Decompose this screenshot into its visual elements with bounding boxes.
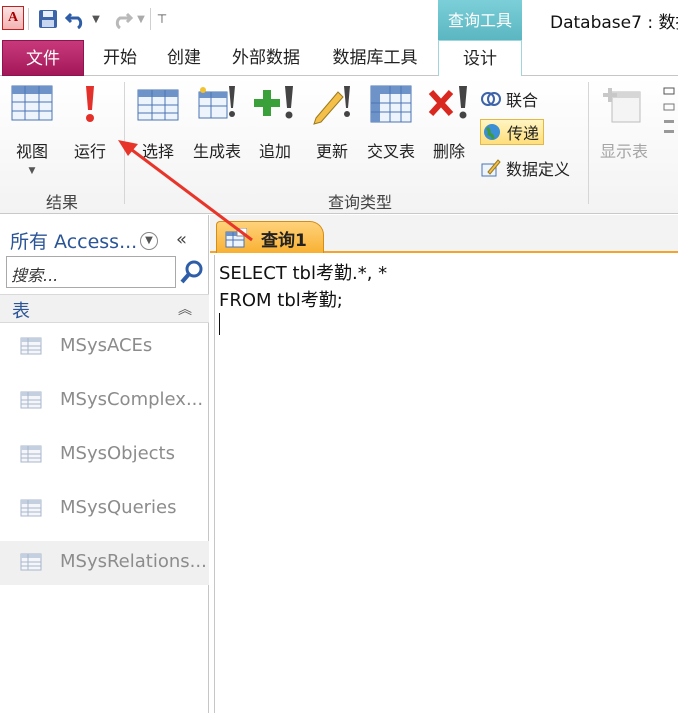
- crosstab-button[interactable]: 交叉表: [362, 82, 420, 162]
- query-tools-context-label: 查询工具: [438, 0, 522, 40]
- view-label: 视图: [15, 142, 48, 161]
- show-table-icon: [600, 82, 648, 126]
- passthrough-button[interactable]: 传递: [480, 119, 545, 145]
- select-query-icon: [134, 82, 182, 126]
- table-icon: [20, 337, 42, 355]
- nav-table-item[interactable]: MSysACEs: [0, 325, 209, 369]
- tab-file[interactable]: 文件: [2, 40, 84, 76]
- window-title: Database7 : 数据: [550, 13, 678, 33]
- nav-table-name: MSysComplex...: [60, 389, 204, 410]
- ribbon-tabs: 文件 开始 创建 外部数据 数据库工具 设计: [0, 40, 678, 77]
- redo-icon: [110, 6, 134, 32]
- nav-table-item[interactable]: MSysComplex...: [0, 379, 209, 423]
- crosstab-label: 交叉表: [366, 142, 415, 161]
- tab-home[interactable]: 开始: [92, 40, 148, 76]
- append-label: 追加: [258, 142, 291, 161]
- section-collapse-icon[interactable]: ︽: [178, 299, 192, 319]
- shutter-bar-collapse-icon[interactable]: «: [176, 229, 187, 250]
- nav-table-name: MSysRelations...: [60, 551, 207, 572]
- data-definition-button[interactable]: 数据定义: [480, 155, 570, 181]
- append-button[interactable]: 追加: [250, 82, 300, 162]
- sql-editor[interactable]: SELECT tbl考勤.*, * FROM tbl考勤;: [214, 255, 678, 713]
- tab-design[interactable]: 设计: [438, 40, 522, 77]
- save-icon[interactable]: [36, 6, 60, 32]
- tab-external-data[interactable]: 外部数据: [222, 40, 310, 76]
- globe-icon: [481, 122, 503, 142]
- group-separator-2: [588, 82, 589, 204]
- crosstab-icon: [367, 82, 415, 126]
- union-rings-icon: [480, 89, 502, 109]
- delete-x-icon: [425, 82, 473, 126]
- make-table-label: 生成表: [192, 142, 241, 161]
- table-icon: [20, 553, 42, 571]
- update-label: 更新: [315, 142, 348, 161]
- access-app-icon[interactable]: A: [2, 6, 24, 30]
- view-button[interactable]: 视图 ▼: [4, 82, 60, 176]
- nav-search-input[interactable]: 搜索...: [6, 256, 176, 288]
- undo-dropdown-icon[interactable]: ▼: [90, 6, 102, 32]
- nav-table-name: MSysObjects: [60, 443, 175, 464]
- ribbon: 视图 ▼ 运行 结果 选择 生成表 追加 更新 交叉表 删除 联合 传递 数据定…: [0, 76, 678, 214]
- show-table-label: 显示表: [599, 142, 648, 161]
- table-icon: [20, 391, 42, 409]
- passthrough-label: 传递: [507, 124, 540, 143]
- nav-pane-title[interactable]: 所有 Access...: [10, 227, 137, 254]
- show-table-button: 显示表: [592, 82, 656, 162]
- tables-section-header[interactable]: 表 ︽: [0, 294, 209, 323]
- more-ribbon-icon[interactable]: [662, 86, 676, 142]
- title-bar: A ▼ ▼ ⊤ 查询工具 Database7 : 数据: [0, 0, 678, 40]
- query-type-group-label: 查询类型: [327, 193, 392, 212]
- select-query-button[interactable]: 选择: [132, 82, 184, 162]
- nav-table-item[interactable]: MSysQueries: [0, 487, 209, 531]
- data-definition-icon: [480, 158, 502, 178]
- update-pencil-icon: [308, 82, 356, 126]
- make-table-button[interactable]: 生成表: [188, 82, 246, 162]
- datasheet-view-icon: [8, 82, 56, 126]
- qat-separator: [28, 8, 29, 30]
- text-caret: [219, 313, 220, 335]
- make-table-icon: [193, 82, 241, 126]
- group-separator: [124, 82, 125, 204]
- append-plus-icon: [251, 82, 299, 126]
- document-tab-strip: 查询1: [210, 215, 678, 253]
- nav-table-item[interactable]: MSysRelations...: [0, 541, 209, 585]
- redo-dropdown-icon: ▼: [137, 13, 145, 25]
- customize-qat-icon[interactable]: ⊤: [154, 6, 170, 32]
- results-group-label: 结果: [45, 193, 78, 212]
- query-document-tab[interactable]: 查询1: [216, 221, 324, 253]
- delete-label: 删除: [432, 142, 465, 161]
- nav-table-name: MSysQueries: [60, 497, 177, 518]
- navigation-pane: 所有 Access... ▼ « 搜索... 表 ︽ MSysACEs MSys…: [0, 215, 209, 713]
- run-button[interactable]: 运行: [64, 82, 116, 162]
- nav-menu-dropdown-icon[interactable]: ▼: [140, 232, 158, 250]
- search-icon[interactable]: [178, 256, 206, 288]
- nav-table-item[interactable]: MSysObjects: [0, 433, 209, 477]
- tab-create[interactable]: 创建: [156, 40, 212, 76]
- view-dropdown-icon: ▼: [28, 166, 36, 176]
- sql-line: FROM tbl考勤;: [219, 290, 343, 311]
- tab-database-tools[interactable]: 数据库工具: [322, 40, 428, 76]
- select-label: 选择: [141, 142, 174, 161]
- update-button[interactable]: 更新: [306, 82, 358, 162]
- qat-separator-2: [150, 8, 151, 30]
- table-icon: [20, 499, 42, 517]
- delete-query-button[interactable]: 删除: [424, 82, 474, 162]
- run-label: 运行: [73, 142, 106, 161]
- sql-query-icon: [225, 227, 248, 248]
- nav-table-name: MSysACEs: [60, 335, 153, 356]
- sql-line: SELECT tbl考勤.*, *: [219, 263, 388, 284]
- union-button[interactable]: 联合: [480, 86, 538, 112]
- run-exclamation-icon: [66, 82, 114, 126]
- undo-icon[interactable]: [64, 6, 88, 32]
- tables-section-label: 表: [12, 301, 30, 322]
- nav-pane-header[interactable]: 所有 Access... ▼ «: [0, 221, 209, 255]
- query-tab-label: 查询1: [261, 231, 307, 251]
- data-definition-label: 数据定义: [506, 160, 571, 179]
- union-label: 联合: [506, 91, 539, 110]
- table-icon: [20, 445, 42, 463]
